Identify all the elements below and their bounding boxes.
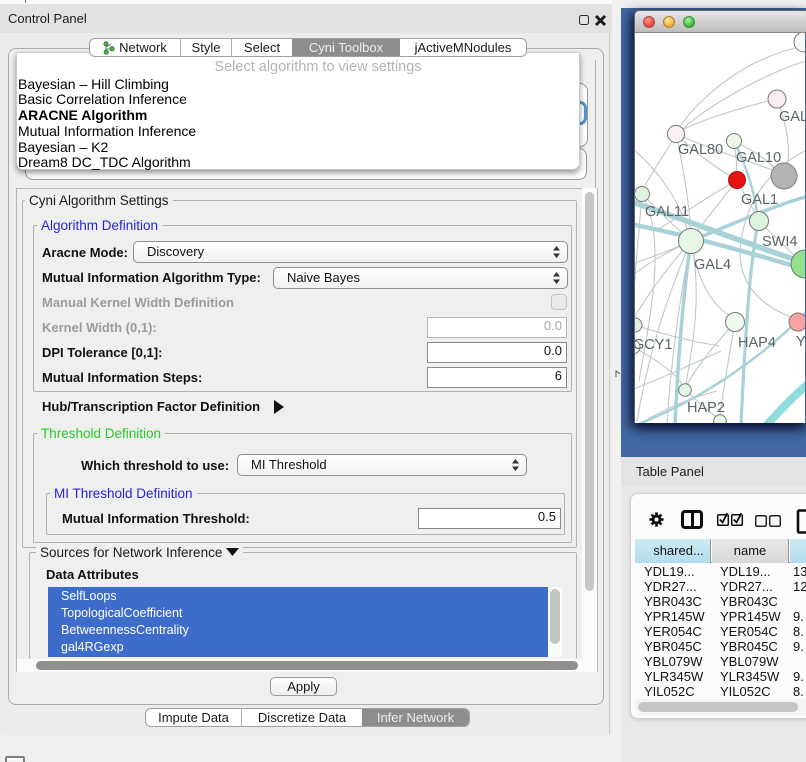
svg-text:GAL80: GAL80	[678, 142, 723, 158]
svg-text:GAL1: GAL1	[741, 192, 778, 208]
svg-text:GAL4: GAL4	[694, 257, 731, 273]
svg-text:SWI4: SWI4	[762, 234, 797, 250]
svg-text:GAL11: GAL11	[645, 204, 689, 220]
svg-text:HAP2: HAP2	[687, 400, 725, 416]
svg-text:GAL7: GAL7	[779, 109, 805, 125]
svg-text:HAP4: HAP4	[738, 335, 776, 351]
svg-text:YJ: YJ	[796, 334, 805, 350]
svg-text:GAL10: GAL10	[736, 150, 781, 166]
svg-text:GCY1: GCY1	[635, 337, 673, 353]
